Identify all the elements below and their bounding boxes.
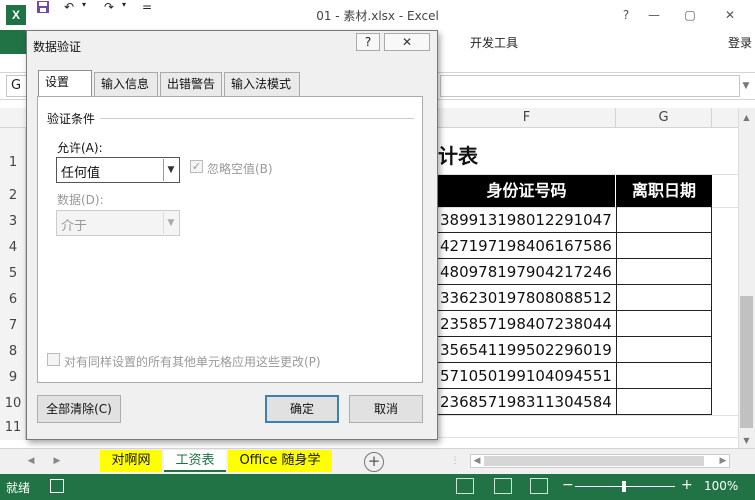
tab-settings[interactable]: 设置 xyxy=(38,70,92,96)
sheet-nav-prev-icon[interactable]: ◀ xyxy=(24,452,38,470)
formula-input[interactable] xyxy=(440,75,740,97)
row-header-9[interactable]: 9 xyxy=(0,370,26,385)
id-number-cell[interactable]: 235857198407238044 xyxy=(438,311,616,337)
leave-date-cell[interactable] xyxy=(616,259,712,285)
sheet-tab-office[interactable]: Office 随身学 xyxy=(228,450,332,472)
tab-error-alert[interactable]: 出错警告 xyxy=(160,72,222,96)
ignore-blank-label: 忽略空值(B) xyxy=(207,162,273,176)
id-number-cell[interactable]: 427197198406167586 xyxy=(438,233,616,259)
ok-button[interactable]: 确定 xyxy=(265,395,339,423)
row-header-5[interactable]: 5 xyxy=(0,266,26,281)
chevron-down-icon[interactable]: ▼ xyxy=(163,159,178,181)
leave-date-cell[interactable] xyxy=(616,207,712,233)
status-bar xyxy=(0,474,755,500)
id-number-cell[interactable]: 336230197808088512 xyxy=(438,285,616,311)
macro-record-icon[interactable] xyxy=(50,479,64,493)
row-header-1[interactable]: 1 xyxy=(0,155,26,170)
row-header-3[interactable]: 3 xyxy=(0,214,26,229)
add-sheet-button[interactable]: + xyxy=(364,452,384,472)
scroll-right-icon[interactable]: ▶ xyxy=(716,452,730,470)
zoom-in-button[interactable]: + xyxy=(681,477,693,493)
clear-all-button[interactable]: 全部清除(C) xyxy=(37,395,121,423)
id-number-cell[interactable]: 571050199104094551 xyxy=(438,363,616,389)
minimize-button[interactable]: — xyxy=(640,4,668,26)
apply-all-checkbox[interactable] xyxy=(47,353,60,366)
row-header-6[interactable]: 6 xyxy=(0,292,26,307)
scroll-left-icon[interactable]: ◀ xyxy=(470,452,484,470)
data-selected-value: 介于 xyxy=(61,219,88,234)
page-layout-view-icon[interactable] xyxy=(494,478,512,494)
leave-date-cell[interactable] xyxy=(616,285,712,311)
chevron-down-icon[interactable]: ▼ xyxy=(163,212,178,234)
tab-developer[interactable]: 开发工具 xyxy=(470,34,518,51)
tab-split-icon[interactable]: ⋮ xyxy=(448,452,462,470)
id-number-cell[interactable]: 236857198311304584 xyxy=(438,389,616,415)
leave-date-cell[interactable] xyxy=(616,337,712,363)
zoom-out-button[interactable]: − xyxy=(562,477,574,493)
tab-input-message[interactable]: 输入信息 xyxy=(94,72,158,96)
column-header-f[interactable]: F xyxy=(438,108,616,128)
id-number-cell[interactable]: 356541199502296019 xyxy=(438,337,616,363)
row-header-2[interactable]: 2 xyxy=(0,188,26,203)
data-label: 数据(D): xyxy=(57,193,104,207)
leave-date-cell[interactable] xyxy=(616,363,712,389)
row-header-7[interactable]: 7 xyxy=(0,318,26,333)
close-button[interactable]: ✕ xyxy=(716,4,744,26)
dialog-help-button[interactable]: ? xyxy=(356,33,380,51)
section-divider xyxy=(100,118,414,119)
sheet-tab-salary[interactable]: 工资表 xyxy=(164,450,226,472)
vertical-scrollbar-thumb[interactable] xyxy=(740,296,753,428)
page-break-view-icon[interactable] xyxy=(530,478,548,494)
normal-view-icon[interactable] xyxy=(456,478,474,494)
zoom-slider-thumb[interactable] xyxy=(622,481,626,492)
allow-label: 允许(A): xyxy=(57,141,103,155)
leave-date-cell[interactable] xyxy=(616,233,712,259)
horizontal-scrollbar-thumb[interactable] xyxy=(484,456,704,466)
id-number-cell[interactable]: 480978197904217246 xyxy=(438,259,616,285)
formula-expand-icon[interactable]: ▼ xyxy=(740,75,752,97)
header-cell-leave-date[interactable]: 离职日期 xyxy=(616,175,712,207)
row-header-8[interactable]: 8 xyxy=(0,344,26,359)
sheet-nav-next-icon[interactable]: ▶ xyxy=(50,452,64,470)
ribbon-help-button[interactable]: ? xyxy=(612,4,640,26)
header-cell-id-number[interactable]: 身份证号码 xyxy=(438,175,616,207)
status-text: 就绪 xyxy=(6,481,31,495)
sheet-tab-duiawang[interactable]: 对啊网 xyxy=(100,450,162,472)
dialog-title: 数据验证 xyxy=(33,40,82,54)
dialog-close-button[interactable]: ✕ xyxy=(384,33,430,51)
validation-criteria-heading: 验证条件 xyxy=(47,112,96,126)
scroll-down-icon[interactable]: ▼ xyxy=(738,433,755,447)
sheet-title-cell[interactable]: 计表 xyxy=(438,140,478,169)
leave-date-cell[interactable] xyxy=(616,389,712,415)
id-number-cell[interactable]: 389913198012291047 xyxy=(438,207,616,233)
row-header-4[interactable]: 4 xyxy=(0,240,26,255)
allow-selected-value: 任何值 xyxy=(61,166,101,181)
restore-button[interactable]: ▢ xyxy=(676,4,704,26)
row-header-11[interactable]: 11 xyxy=(0,420,26,435)
apply-all-label: 对有同样设置的所有其他单元格应用这些更改(P) xyxy=(64,355,321,369)
login-link[interactable]: 登录 xyxy=(728,34,752,51)
row-header-bar xyxy=(0,128,26,440)
scroll-up-icon[interactable]: ▲ xyxy=(738,110,755,124)
zoom-level[interactable]: 100% xyxy=(704,479,738,493)
leave-date-cell[interactable] xyxy=(616,311,712,337)
row-header-10[interactable]: 10 xyxy=(0,396,26,411)
tab-ime-mode[interactable]: 输入法模式 xyxy=(224,72,300,96)
column-header-g[interactable]: G xyxy=(616,108,712,128)
ignore-blank-checkbox[interactable]: ✓ xyxy=(190,160,203,173)
cancel-button[interactable]: 取消 xyxy=(349,395,423,423)
